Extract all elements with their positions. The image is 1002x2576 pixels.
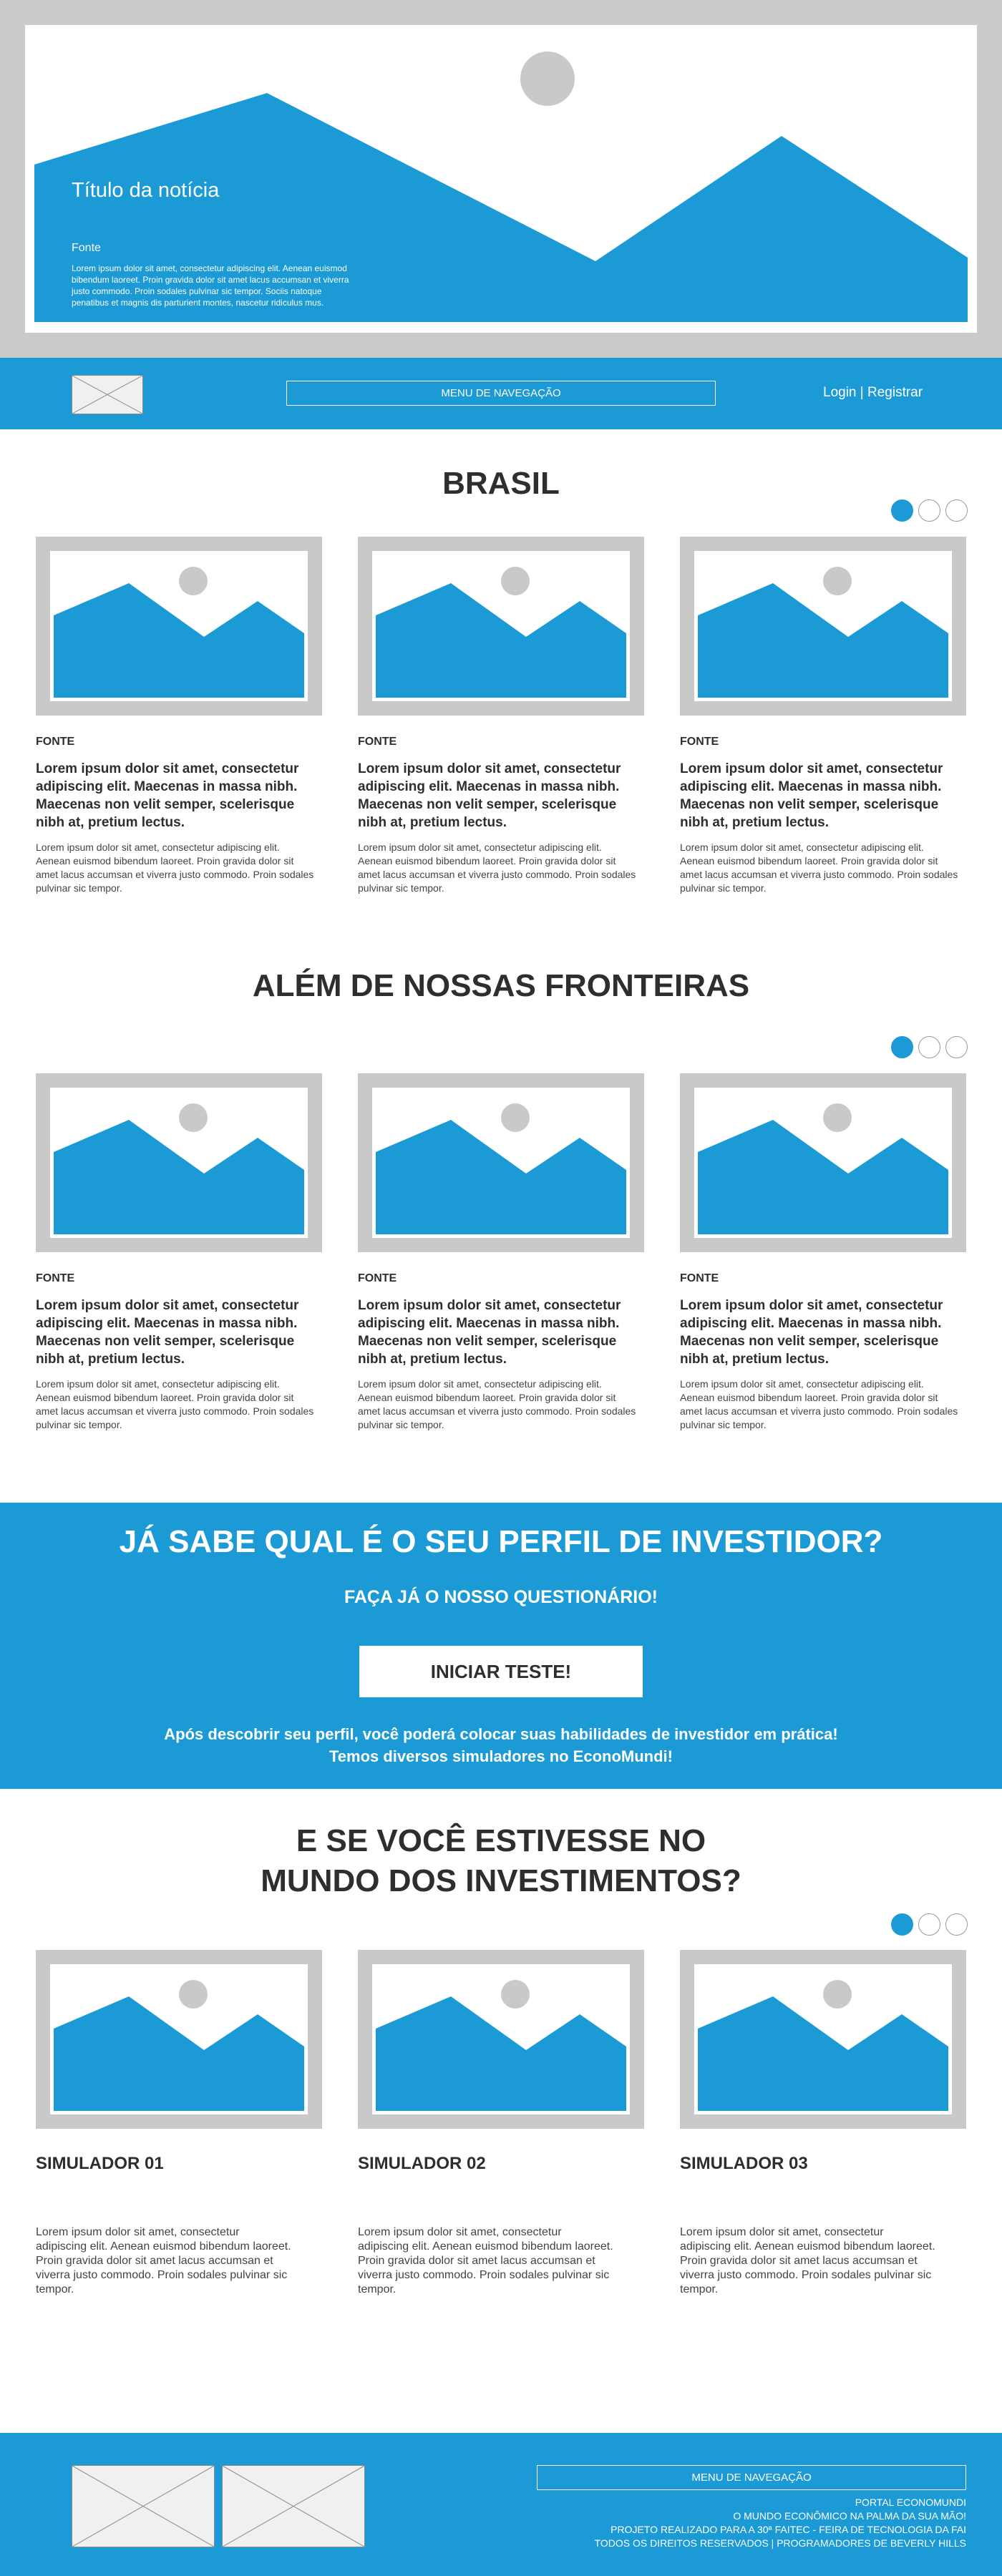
carousel-dot[interactable] [891, 1913, 913, 1936]
simulator-card-text: Lorem ipsum dolor sit amet, consectetur … [358, 2226, 613, 2296]
cta-note: Após descobrir seu perfil, você poderá c… [0, 1723, 1002, 1767]
news-card[interactable]: FONTE Lorem ipsum dolor sit amet, consect… [36, 1073, 322, 1430]
hero-card[interactable]: Título da notícia Fonte Lorem ipsum dolo… [25, 25, 977, 333]
carousel-dots-brasil [891, 499, 968, 522]
news-card-text: Lorem ipsum dolor sit amet, consectetur … [680, 1378, 958, 1430]
mountain-image-icon [694, 1088, 952, 1238]
simulator-card-text: Lorem ipsum dolor sit amet, consectetur … [680, 2226, 935, 2296]
carousel-dot[interactable] [918, 499, 940, 522]
register-link[interactable]: Registrar [867, 385, 923, 400]
news-card-text: Lorem ipsum dolor sit amet, consectetur … [680, 841, 958, 894]
news-card-image[interactable] [358, 537, 644, 716]
section-title-fronteiras: ALÉM DE NOSSAS FRONTEIRAS [252, 968, 750, 1003]
news-card-text: Lorem ipsum dolor sit amet, consectetur … [36, 841, 314, 894]
mountain-image-icon [50, 1964, 308, 2114]
navigation-menu-button[interactable]: MENU DE NAVEGAÇÃO [286, 381, 716, 406]
footer-line: O MUNDO ECONÔMICO NA PALMA DA SUA MÃO! [733, 2510, 966, 2522]
cta-note-line: Após descobrir seu perfil, você poderá c… [164, 1725, 838, 1743]
simulator-card-image[interactable] [358, 1950, 644, 2129]
footer-logo-placeholder-icon[interactable] [222, 2465, 365, 2547]
carousel-dot[interactable] [918, 1036, 940, 1058]
news-card-text: Lorem ipsum dolor sit amet, consectetur … [358, 841, 636, 894]
carousel-dot[interactable] [891, 1036, 913, 1058]
news-card-source: FONTE [358, 736, 397, 748]
news-card-image[interactable] [680, 1073, 966, 1252]
carousel-dot[interactable] [918, 1913, 940, 1936]
mountain-image-icon [372, 551, 630, 701]
auth-separator: | [860, 385, 864, 400]
mountain-image-icon [372, 1964, 630, 2114]
hero-title[interactable]: Título da notícia [72, 179, 219, 203]
carousel-dot[interactable] [945, 499, 968, 522]
carousel-dots-simuladores [891, 1913, 968, 1936]
cta-title: JÁ SABE QUAL É O SEU PERFIL DE INVESTIDO… [119, 1524, 883, 1559]
news-card-text: Lorem ipsum dolor sit amet, consectetur … [36, 1378, 314, 1430]
simulator-card-text: Lorem ipsum dolor sit amet, consectetur … [36, 2226, 291, 2296]
simulator-card[interactable]: SIMULADOR 01 Lorem ipsum dolor sit amet, … [36, 1950, 322, 2296]
news-card[interactable]: FONTE Lorem ipsum dolor sit amet, consect… [36, 537, 322, 894]
simulator-card-title[interactable]: SIMULADOR 03 [680, 2154, 808, 2174]
top-navigation-bar: MENU DE NAVEGAÇÃO Login | Registrar [0, 358, 1002, 429]
footer-line: TODOS OS DIREITOS RESERVADOS | PROGRAMAD… [594, 2537, 966, 2549]
section-title-line: E SE VOCÊ ESTIVESSE NO [296, 1823, 706, 1858]
mountain-image-icon [50, 551, 308, 701]
carousel-dots-fronteiras [891, 1036, 968, 1058]
news-card[interactable]: FONTE Lorem ipsum dolor sit amet, consect… [358, 1073, 644, 1430]
hero-section: Título da notícia Fonte Lorem ipsum dolo… [0, 0, 1002, 358]
cta-subtitle: FAÇA JÁ O NOSSO QUESTIONÁRIO! [344, 1587, 658, 1607]
news-card-headline[interactable]: Lorem ipsum dolor sit amet, consectetur … [36, 760, 315, 831]
footer-logo-placeholder-icon[interactable] [72, 2465, 215, 2547]
start-test-button[interactable]: INICIAR TESTE! [359, 1646, 643, 1697]
footer-navigation-menu-button[interactable]: MENU DE NAVEGAÇÃO [537, 2465, 966, 2490]
news-card-image[interactable] [358, 1073, 644, 1252]
news-card[interactable]: FONTE Lorem ipsum dolor sit amet, consect… [680, 537, 966, 894]
news-card-image[interactable] [680, 537, 966, 716]
news-card-text: Lorem ipsum dolor sit amet, consectetur … [358, 1378, 636, 1430]
news-card-image[interactable] [36, 537, 322, 716]
hero-description: Lorem ipsum dolor sit amet, consectetur … [72, 263, 349, 308]
simulator-card-image[interactable] [680, 1950, 966, 2129]
news-card-source: FONTE [358, 1272, 397, 1284]
carousel-dot[interactable] [945, 1913, 968, 1936]
news-card-source: FONTE [680, 736, 719, 748]
footer-credits: PORTAL ECONOMUNDI O MUNDO ECONÔMICO NA P… [595, 2496, 966, 2550]
investor-profile-cta: JÁ SABE QUAL É O SEU PERFIL DE INVESTIDO… [0, 1503, 1002, 1789]
news-card-source: FONTE [680, 1272, 719, 1284]
news-card-source: FONTE [36, 1272, 75, 1284]
auth-links: Login | Registrar [823, 385, 923, 401]
news-card-headline[interactable]: Lorem ipsum dolor sit amet, consectetur … [680, 760, 959, 831]
mountain-image-icon [694, 551, 952, 701]
hero-source: Fonte [72, 242, 101, 254]
simulator-card[interactable]: SIMULADOR 03 Lorem ipsum dolor sit amet, … [680, 1950, 966, 2296]
simulator-card-image[interactable] [36, 1950, 322, 2129]
news-card-source: FONTE [36, 736, 75, 748]
simulator-card[interactable]: SIMULADOR 02 Lorem ipsum dolor sit amet, … [358, 1950, 644, 2296]
footer: MENU DE NAVEGAÇÃO PORTAL ECONOMUNDI O MU… [0, 2433, 1002, 2576]
login-link[interactable]: Login [823, 385, 857, 400]
simulator-card-title[interactable]: SIMULADOR 01 [36, 2154, 164, 2174]
carousel-dot[interactable] [945, 1036, 968, 1058]
news-card-headline[interactable]: Lorem ipsum dolor sit amet, consectetur … [358, 1297, 637, 1368]
logo-placeholder-icon[interactable] [72, 375, 143, 414]
news-card-headline[interactable]: Lorem ipsum dolor sit amet, consectetur … [36, 1297, 315, 1368]
cta-note-line: Temos diversos simuladores no EconoMundi… [329, 1747, 673, 1765]
news-card-headline[interactable]: Lorem ipsum dolor sit amet, consectetur … [358, 760, 637, 831]
news-card[interactable]: FONTE Lorem ipsum dolor sit amet, consect… [680, 1073, 966, 1430]
simulator-card-title[interactable]: SIMULADOR 02 [358, 2154, 486, 2174]
news-card-image[interactable] [36, 1073, 322, 1252]
section-title-simuladores: E SE VOCÊ ESTIVESSE NO MUNDO DOS INVESTI… [0, 1821, 1002, 1901]
mountain-image-icon [372, 1088, 630, 1238]
mountain-image-icon [694, 1964, 952, 2114]
news-card[interactable]: FONTE Lorem ipsum dolor sit amet, consect… [358, 537, 644, 894]
footer-line: PORTAL ECONOMUNDI [855, 2497, 966, 2508]
section-title-brasil: BRASIL [442, 466, 560, 501]
section-title-line: MUNDO DOS INVESTIMENTOS? [261, 1863, 741, 1898]
carousel-dot[interactable] [891, 499, 913, 522]
footer-line: PROJETO REALIZADO PARA A 30ª FAITEC - FE… [611, 2524, 966, 2535]
news-card-headline[interactable]: Lorem ipsum dolor sit amet, consectetur … [680, 1297, 959, 1368]
mountain-image-icon [50, 1088, 308, 1238]
